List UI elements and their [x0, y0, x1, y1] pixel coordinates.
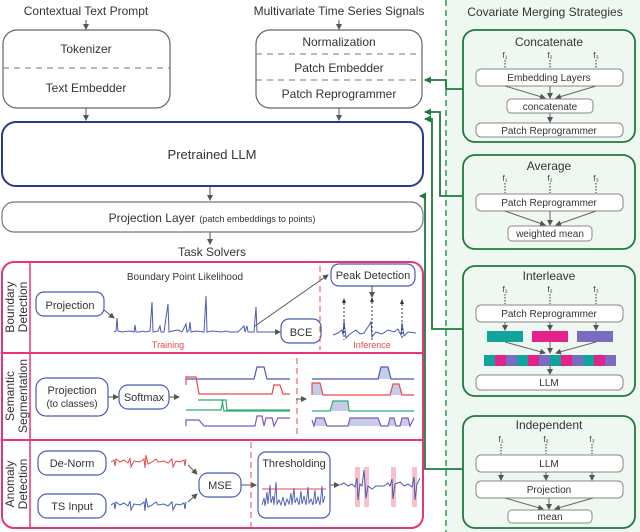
text-prompt-label: Contextual Text Prompt: [24, 4, 149, 18]
svg-text:concatenate: concatenate: [523, 102, 578, 113]
ts-signals-label: Multivariate Time Series Signals: [254, 4, 425, 18]
row-label-anomaly: Anomaly Detection: [3, 459, 30, 510]
svg-text:BCE: BCE: [290, 327, 313, 339]
svg-text:Independent: Independent: [516, 418, 583, 432]
svg-text:Projection: Projection: [48, 385, 97, 397]
svg-text:(to classes): (to classes): [46, 399, 97, 410]
svg-text:Embedding Layers: Embedding Layers: [507, 73, 590, 84]
svg-text:Concatenate: Concatenate: [515, 35, 583, 49]
svg-text:f₂: f₂: [547, 285, 552, 294]
svg-text:LLM: LLM: [539, 459, 558, 470]
patch-reprogrammer-label: Patch Reprogrammer: [282, 87, 397, 101]
feature-block-f2: [532, 331, 568, 342]
projection-layer-label: Projection Layer (patch embeddings to poi…: [109, 211, 316, 225]
seg-projection-box: [35, 377, 109, 417]
strategy-average: Average f₁ f₂ f₃ Patch Reprogrammer weig…: [462, 154, 636, 250]
svg-text:Boundary: Boundary: [3, 281, 17, 332]
svg-text:f₃: f₃: [593, 51, 598, 60]
svg-text:f₁: f₁: [503, 51, 508, 60]
svg-text:weighted mean: weighted mean: [515, 229, 584, 240]
covariate-title: Covariate Merging Strategies: [467, 5, 622, 19]
svg-text:f₁: f₁: [499, 435, 504, 444]
svg-text:Patch Reprogrammer: Patch Reprogrammer: [501, 309, 597, 320]
interleaved-sequence: [484, 355, 616, 366]
text-encoder-stack: Tokenizer Text Embedder: [2, 29, 171, 109]
ts-encoder-stack: Normalization Patch Embedder Patch Repro…: [255, 29, 423, 109]
svg-text:f₁: f₁: [503, 285, 508, 294]
tokenizer-label: Tokenizer: [60, 42, 111, 56]
strategy-concatenate: Concatenate f₁ f₂ f₃ Embedding Layers co…: [462, 29, 636, 143]
svg-text:f₃: f₃: [593, 285, 598, 294]
svg-text:mean: mean: [537, 512, 562, 523]
svg-text:Interleave: Interleave: [523, 269, 576, 283]
svg-text:Patch Reprogrammer: Patch Reprogrammer: [501, 126, 597, 137]
svg-text:Projection: Projection: [46, 300, 95, 312]
feature-block-f1: [487, 331, 523, 342]
strategy-independent: Independent f₁ f₂ f₃ LLM Projection mean: [462, 415, 636, 529]
strategy-interleave: Interleave f₁ f₂ f₃ Patch Reprogrammer L…: [462, 265, 636, 397]
svg-text:Segmentation: Segmentation: [16, 359, 30, 433]
svg-text:Peak Detection: Peak Detection: [336, 270, 411, 282]
svg-text:MSE: MSE: [208, 480, 232, 492]
training-label: Training: [152, 340, 184, 350]
svg-text:LLM: LLM: [539, 378, 558, 389]
svg-text:f₃: f₃: [593, 174, 598, 183]
row-label-boundary: Boundary Detection: [3, 281, 30, 332]
svg-text:f₂: f₂: [547, 174, 552, 183]
feature-block-f3: [577, 331, 613, 342]
task-solvers-title: Task Solvers: [178, 245, 246, 259]
svg-text:f₃: f₃: [589, 435, 594, 444]
svg-text:f₂: f₂: [547, 51, 552, 60]
svg-text:Projection: Projection: [527, 485, 571, 496]
svg-text:f₁: f₁: [503, 174, 508, 183]
inference-label: Inference: [353, 340, 391, 350]
svg-text:f₂: f₂: [543, 435, 548, 444]
svg-text:Detection: Detection: [16, 459, 30, 510]
pretrained-llm-label: Pretrained LLM: [168, 147, 257, 162]
normalization-label: Normalization: [302, 35, 375, 49]
svg-text:Thresholding: Thresholding: [262, 458, 326, 470]
svg-text:De-Norm: De-Norm: [50, 458, 95, 470]
svg-text:Softmax: Softmax: [124, 392, 165, 404]
svg-text:Semantic: Semantic: [3, 371, 17, 421]
likelihood-title: Boundary Point Likelihood: [127, 272, 243, 283]
model-architecture-diagram: Covariate Merging Strategies Contextual …: [1, 0, 640, 532]
svg-text:Patch Reprogrammer: Patch Reprogrammer: [501, 198, 597, 209]
text-embedder-label: Text Embedder: [46, 81, 127, 95]
svg-text:Anomaly: Anomaly: [3, 461, 17, 508]
svg-text:TS Input: TS Input: [51, 501, 93, 513]
patch-embedder-label: Patch Embedder: [294, 61, 383, 75]
svg-text:Detection: Detection: [16, 282, 30, 333]
svg-text:Average: Average: [527, 159, 572, 173]
